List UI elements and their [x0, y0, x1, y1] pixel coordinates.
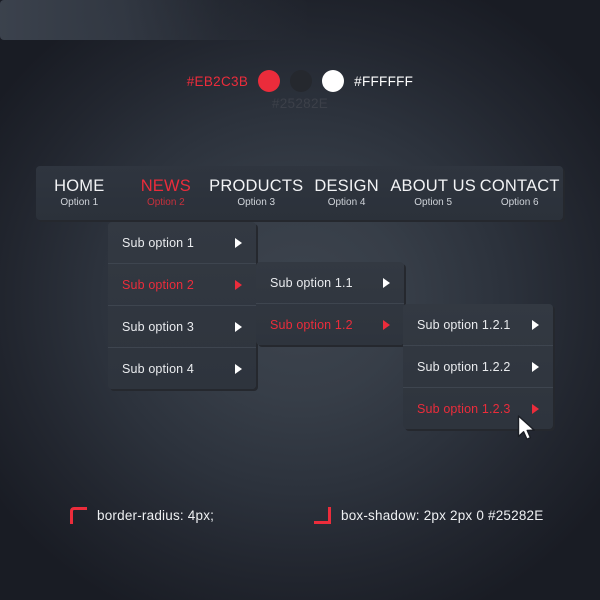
annotation-border-radius: border-radius: 4px;: [70, 500, 214, 530]
menu-item-products[interactable]: PRODUCTS Option 3: [209, 166, 303, 220]
submenu-level-2: Sub option 1.1 Sub option 1.2: [256, 262, 404, 345]
menu-item-news[interactable]: NEWS Option 2: [123, 166, 210, 220]
submenu-item-label: Sub option 1.2: [270, 317, 353, 332]
menu-item-title: DESIGN: [314, 177, 379, 196]
menu-backdrop-panel: [0, 0, 307, 40]
color-swatch-legend: #EB2C3B #FFFFFF: [0, 68, 600, 94]
caret-right-icon: [532, 403, 539, 414]
caret-right-icon: [235, 237, 242, 248]
submenu-item-sub-option-4[interactable]: Sub option 4: [108, 347, 256, 389]
annotation-row: border-radius: 4px; box-shadow: 2px 2px …: [0, 500, 600, 530]
annotation-label: border-radius: 4px;: [97, 507, 215, 523]
white-color-label: #FFFFFF: [354, 73, 414, 89]
menu-item-title: CONTACT: [479, 177, 560, 196]
corner-bottom-right-icon: [314, 506, 331, 524]
submenu-item-sub-option-1-2-2[interactable]: Sub option 1.2.2: [403, 345, 553, 387]
submenu-item-label: Sub option 4: [122, 361, 194, 376]
menu-item-subtitle: Option 5: [414, 196, 453, 208]
menu-item-design[interactable]: DESIGN Option 4: [303, 166, 390, 220]
annotation-label: box-shadow: 2px 2px 0 #25282E: [341, 507, 544, 523]
annotation-box-shadow: box-shadow: 2px 2px 0 #25282E: [314, 500, 543, 530]
submenu-item-label: Sub option 1.2.1: [417, 317, 511, 332]
submenu-item-label: Sub option 1.2.2: [417, 359, 511, 374]
dark-dot: [290, 70, 313, 92]
caret-right-icon: [235, 321, 242, 332]
main-menu-bar: HOME Option 1 NEWS Option 2 PRODUCTS Opt…: [36, 166, 563, 220]
submenu-item-label: Sub option 1.1: [270, 275, 353, 290]
menu-item-title: NEWS: [140, 177, 191, 196]
submenu-item-label: Sub option 1: [122, 235, 194, 250]
accent-dot: [258, 70, 281, 92]
dark-color-label: #25282E: [271, 96, 329, 111]
white-dot: [322, 70, 345, 92]
submenu-level-3: Sub option 1.2.1 Sub option 1.2.2 Sub op…: [403, 304, 553, 429]
accent-color-label: #EB2C3B: [186, 73, 249, 89]
menu-item-about-us[interactable]: ABOUT US Option 5: [390, 166, 477, 220]
design-canvas: #EB2C3B #FFFFFF #25282E HOME Option 1 NE…: [0, 0, 600, 600]
mouse-pointer-icon: [517, 415, 535, 440]
menu-item-title: PRODUCTS: [209, 177, 304, 196]
submenu-item-label: Sub option 3: [122, 319, 194, 334]
menu-item-home[interactable]: HOME Option 1: [36, 166, 123, 220]
submenu-item-sub-option-3[interactable]: Sub option 3: [108, 305, 256, 347]
menu-item-subtitle: Option 2: [146, 196, 185, 208]
caret-right-icon: [383, 319, 390, 330]
menu-item-subtitle: Option 6: [500, 196, 539, 208]
menu-item-subtitle: Option 4: [327, 196, 366, 208]
caret-right-icon: [235, 279, 242, 290]
submenu-level-1: Sub option 1 Sub option 2 Sub option 3 S…: [108, 222, 256, 389]
menu-item-title: ABOUT US: [390, 177, 476, 196]
submenu-item-sub-option-1-2[interactable]: Sub option 1.2: [256, 303, 404, 345]
submenu-item-sub-option-1-1[interactable]: Sub option 1.1: [256, 262, 404, 303]
menu-item-subtitle: Option 3: [237, 196, 276, 208]
caret-right-icon: [383, 277, 390, 288]
menu-item-subtitle: Option 1: [60, 196, 99, 208]
submenu-item-sub-option-2[interactable]: Sub option 2: [108, 263, 256, 305]
caret-right-icon: [235, 363, 242, 374]
caret-right-icon: [532, 319, 539, 330]
submenu-item-sub-option-1-2-1[interactable]: Sub option 1.2.1: [403, 304, 553, 345]
menu-item-contact[interactable]: CONTACT Option 6: [476, 166, 563, 220]
submenu-item-label: Sub option 1.2.3: [417, 401, 511, 416]
submenu-item-sub-option-1[interactable]: Sub option 1: [108, 222, 256, 263]
caret-right-icon: [532, 361, 539, 372]
menu-item-title: HOME: [54, 177, 105, 196]
submenu-item-label: Sub option 2: [122, 277, 194, 292]
corner-top-left-icon: [70, 506, 87, 524]
